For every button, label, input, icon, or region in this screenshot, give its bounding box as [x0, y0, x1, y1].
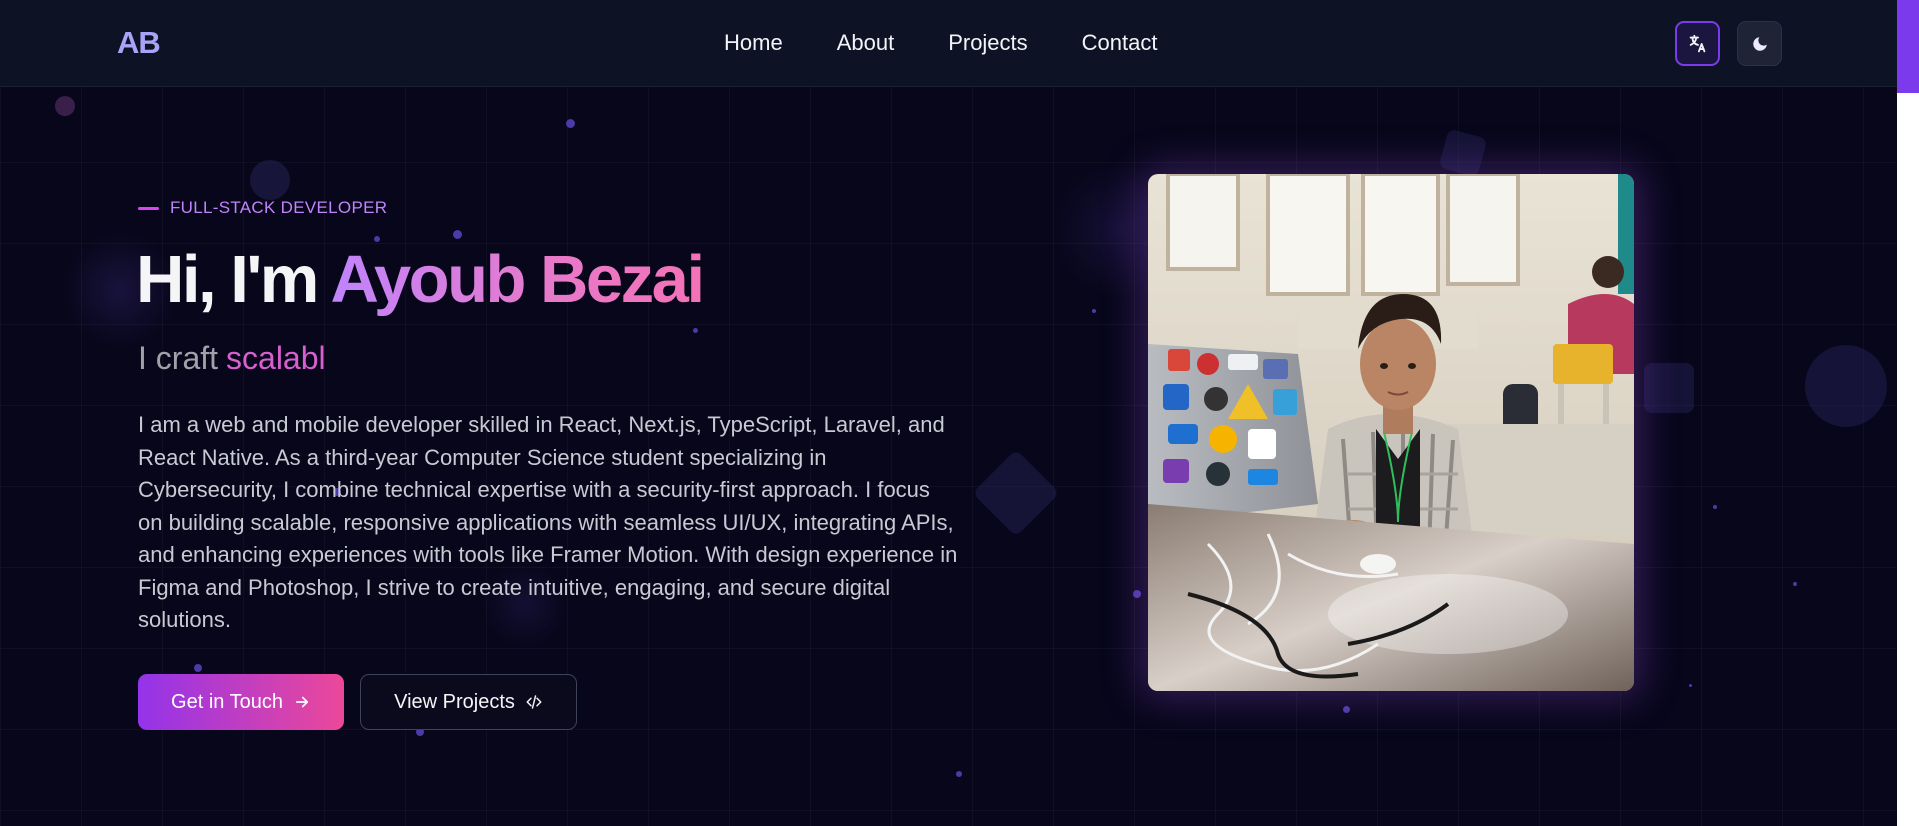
scroll-accent-bar — [1897, 0, 1919, 93]
particle-dot — [1793, 582, 1797, 586]
typed-tagline: I craft scalabl — [138, 340, 326, 377]
profile-photo-illustration — [1148, 174, 1634, 691]
profile-photo — [1148, 174, 1634, 691]
arrow-right-icon — [295, 696, 309, 708]
background-square — [1644, 363, 1694, 413]
nav-link-projects[interactable]: Projects — [948, 30, 1027, 56]
particle-dot — [1343, 706, 1350, 713]
headline-prefix: Hi, I'm — [136, 242, 331, 317]
particle-dot — [693, 328, 698, 333]
get-in-touch-button[interactable]: Get in Touch — [138, 674, 344, 730]
get-in-touch-label: Get in Touch — [171, 690, 283, 713]
particle-dot — [1133, 590, 1141, 598]
nav-link-contact[interactable]: Contact — [1082, 30, 1158, 56]
eyebrow-text: FULL-STACK DEVELOPER — [170, 198, 388, 217]
hero-eyebrow: FULL-STACK DEVELOPER — [138, 198, 387, 218]
particle-dot — [55, 96, 75, 116]
typed-word: scalabl — [226, 340, 326, 376]
headline-name: Ayoub Bezai — [330, 242, 705, 317]
navbar: AB Home About Projects Contact — [0, 0, 1897, 87]
particle-dot — [956, 771, 962, 777]
code-icon — [526, 695, 542, 709]
particle-dot — [453, 230, 462, 239]
particle-dot — [1092, 309, 1096, 313]
particle-dot — [194, 664, 202, 672]
nav-link-about[interactable]: About — [837, 30, 895, 56]
hero-headline: Hi, I'm Ayoub Bezai — [136, 240, 705, 320]
view-projects-button[interactable]: View Projects — [360, 674, 577, 730]
translate-icon — [1689, 34, 1705, 52]
particle-dot — [1713, 505, 1717, 509]
hero-bio: I am a web and mobile developer skilled … — [138, 412, 958, 632]
particle-dot — [566, 119, 575, 128]
language-toggle-button[interactable] — [1675, 21, 1720, 66]
page-edge — [1897, 93, 1919, 826]
eyebrow-line — [138, 206, 159, 210]
theme-toggle-button[interactable] — [1737, 21, 1782, 66]
particle-dot — [1689, 684, 1692, 687]
typed-prefix: I craft — [138, 340, 219, 376]
nav-link-home[interactable]: Home — [724, 30, 783, 56]
site-logo[interactable]: AB — [117, 25, 161, 61]
nav-links: Home About Projects Contact — [724, 30, 1158, 56]
view-projects-label: View Projects — [394, 690, 515, 713]
moon-icon — [1752, 36, 1767, 51]
